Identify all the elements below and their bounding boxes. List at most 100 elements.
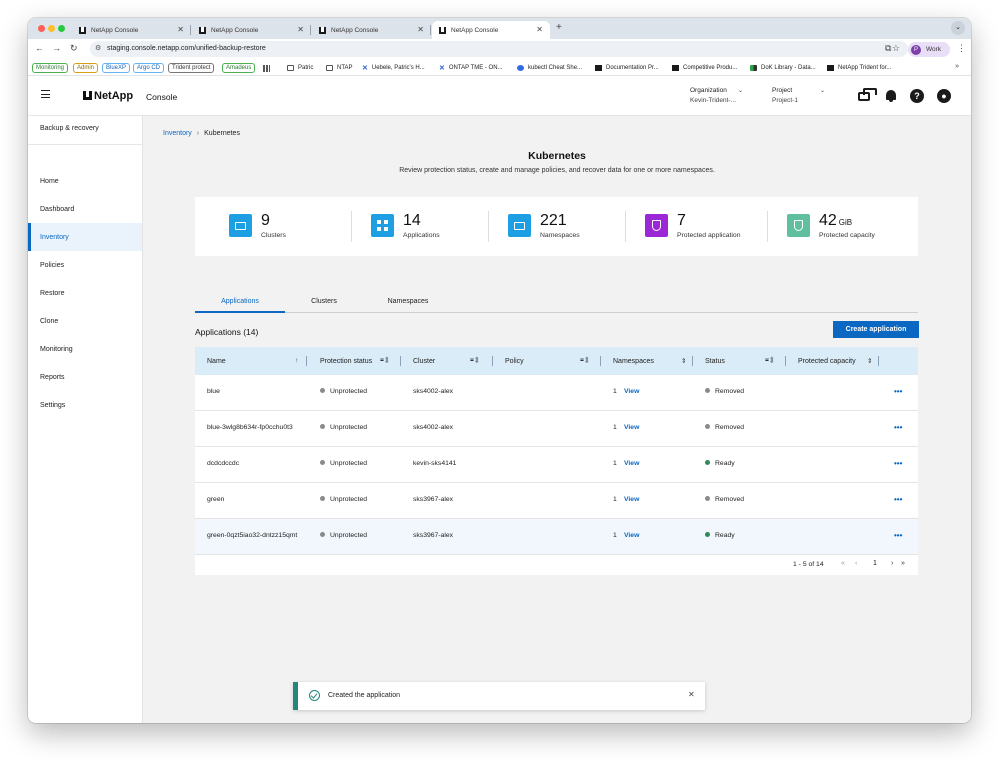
filter-sort-icon[interactable]: ⩸⇕ [380,357,390,365]
table-row[interactable]: green Unprotected sks3967-alex 1 View Re… [195,483,918,519]
view-namespaces-link[interactable]: View [624,496,639,503]
minimize-window-button[interactable] [48,25,55,32]
main-content: Inventory › Kubernetes Kubernetes Review… [143,116,971,723]
column-header-namespaces[interactable]: Namespaces ⇕ [613,347,693,375]
site-info-icon[interactable]: ⚙ [95,44,101,52]
bookmark-bluexp[interactable]: BlueXP [102,63,131,73]
table-row[interactable]: blue Unprotected sks4002-alex 1 View Rem… [195,375,918,411]
filter-sort-icon[interactable]: ⩸⇕ [765,357,775,365]
bookmark-netapp-trident[interactable]: NetApp Trident for... [827,63,891,73]
view-namespaces-link[interactable]: View [624,424,639,431]
status-dot-icon [320,460,325,465]
sidebar-item-settings[interactable]: Settings [28,391,142,419]
forward-arrow-icon[interactable]: → [52,43,61,53]
browser-menu-icon[interactable]: ⋮ [957,43,966,54]
tab-clusters[interactable]: Clusters [285,298,363,313]
cell-namespaces-count: 1 [613,424,617,431]
connector-icon[interactable] [858,88,877,101]
close-tab-icon[interactable]: ✕ [536,25,543,34]
view-namespaces-link[interactable]: View [624,460,639,467]
bookmark-monitoring[interactable]: Monitoring [32,63,69,73]
bookmark-dok-library[interactable]: DoK Library - Data... [750,63,816,73]
table-row[interactable]: dcdcdccdc Unprotected kevin-sks4141 1 Vi… [195,447,918,483]
column-header-protected-capacity[interactable]: Protected capacity ⇕ [798,347,879,375]
sidebar-item-restore[interactable]: Restore [28,279,142,307]
filter-sort-icon[interactable]: ⩸⇕ [580,357,590,365]
sidebar-item-clone[interactable]: Clone [28,307,142,335]
sidebar-item-policies[interactable]: Policies [28,251,142,279]
tab-search-chevron-icon[interactable]: ⌄ [951,21,965,35]
previous-page-icon[interactable]: ‹ [855,560,857,567]
apps-grid-icon[interactable] [263,63,274,73]
extensions-icon[interactable]: ⧉ [885,43,891,54]
bookmark-amadeus[interactable]: Amadeus [222,63,256,73]
row-actions-menu-icon[interactable]: ••• [894,459,902,468]
bookmark-admin[interactable]: Admin [73,63,99,73]
column-header-cluster[interactable]: Cluster ⩸⇕ [413,347,493,375]
tab-namespaces[interactable]: Namespaces [363,298,453,313]
row-actions-menu-icon[interactable]: ••• [894,423,902,432]
bookmark-trident-protect[interactable]: Trident protect [168,63,215,73]
bookmark-ontap-tme[interactable]: ✕ ONTAP TME - ON... [439,63,503,73]
last-page-icon[interactable]: » [901,560,905,567]
view-namespaces-link[interactable]: View [624,532,639,539]
back-arrow-icon[interactable]: ← [35,43,44,53]
column-header-policy[interactable]: Policy ⩸⇕ [505,347,601,375]
row-actions-menu-icon[interactable]: ••• [894,387,902,396]
sort-icon[interactable]: ⇕ [681,357,687,365]
bookmark-folder-patric[interactable]: Patric [287,63,313,73]
sidebar-item-home[interactable]: Home [28,167,142,195]
bookmark-kubectl[interactable]: kubectl Cheat She... [517,63,582,73]
bookmark-documentation[interactable]: Documentation Pr... [595,63,659,73]
bookmark-argo-cd[interactable]: Argo CD [133,63,165,73]
sidebar-item-inventory[interactable]: Inventory [28,223,142,251]
close-tab-icon[interactable]: ✕ [177,25,184,34]
url-field[interactable]: ⚙ staging.console.netapp.com/unified-bac… [90,41,908,57]
filter-sort-icon[interactable]: ⩸⇕ [470,357,480,365]
create-application-button[interactable]: Create application [833,321,919,338]
sidebar-item-dashboard[interactable]: Dashboard [28,195,142,223]
organization-selector[interactable]: Organization Kevin-Trident-... ⌄ [690,87,750,104]
bookmark-competitive[interactable]: Competitive Produ... [672,63,737,73]
user-account-icon[interactable]: ● [937,89,951,103]
browser-tab-1[interactable]: NetApp Console ✕ [72,21,191,39]
reload-icon[interactable]: ↻ [70,43,78,54]
profile-button[interactable]: P Work [908,42,950,57]
breadcrumb-inventory-link[interactable]: Inventory [163,130,192,137]
bookmark-uebele[interactable]: ✕ Uebele, Patric's H... [362,63,425,73]
next-page-icon[interactable]: › [891,560,893,567]
close-window-button[interactable] [38,25,45,32]
sort-icon[interactable]: ⇕ [867,357,873,365]
new-tab-icon[interactable]: + [556,22,562,33]
close-icon[interactable]: ✕ [688,690,695,699]
column-header-status[interactable]: Status ⩸⇕ [705,347,786,375]
browser-tab-4-active[interactable]: NetApp Console ✕ [432,21,550,39]
bookmark-folder-ntap[interactable]: NTAP [326,63,353,73]
tab-applications[interactable]: Applications [195,298,285,313]
notifications-bell-icon[interactable] [886,90,896,102]
bookmark-star-icon[interactable]: ☆ [892,43,900,54]
column-header-name[interactable]: Name ↑ [207,347,307,375]
hamburger-menu-icon[interactable] [41,90,50,98]
sidebar-item-reports[interactable]: Reports [28,363,142,391]
cell-protection-status: Unprotected [320,424,367,431]
browser-tab-3[interactable]: NetApp Console ✕ [312,21,431,39]
table-row[interactable]: blue-3wlg8b634r-fp0cchu0t3 Unprotected s… [195,411,918,447]
stat-label: Protected application [677,232,741,239]
project-selector[interactable]: Project Project-1 ⌄ [772,87,832,104]
view-namespaces-link[interactable]: View [624,388,639,395]
row-actions-menu-icon[interactable]: ••• [894,531,902,540]
maximize-window-button[interactable] [58,25,65,32]
close-tab-icon[interactable]: ✕ [417,25,424,34]
close-tab-icon[interactable]: ✕ [297,25,304,34]
column-header-protection-status[interactable]: Protection status ⩸⇕ [320,347,401,375]
help-icon[interactable]: ? [910,89,924,103]
more-bookmarks-icon[interactable]: » [955,63,959,70]
sidebar-item-monitoring[interactable]: Monitoring [28,335,142,363]
first-page-icon[interactable]: « [841,560,845,567]
current-page-number[interactable]: 1 [873,560,877,567]
sort-ascending-icon[interactable]: ↑ [295,357,299,364]
browser-tab-2[interactable]: NetApp Console ✕ [192,21,311,39]
table-row[interactable]: green-0qzt5iao32-dntzz15qmt Unprotected … [195,519,918,555]
row-actions-menu-icon[interactable]: ••• [894,495,902,504]
